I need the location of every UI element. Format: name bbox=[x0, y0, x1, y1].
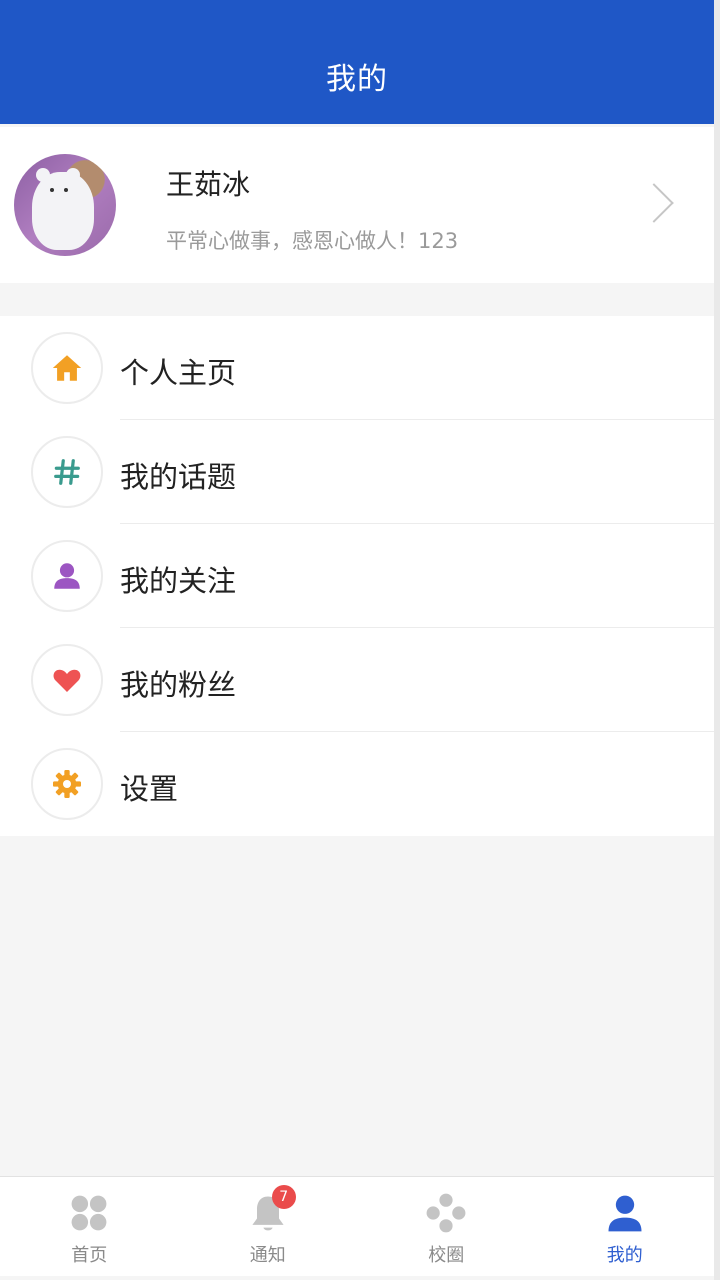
hashtag-icon bbox=[31, 436, 103, 508]
chevron-right-icon[interactable] bbox=[634, 183, 674, 223]
profile-card[interactable]: 王茹冰 平常心做事，感恩心做人！123 bbox=[0, 127, 714, 283]
home-icon bbox=[31, 332, 103, 404]
avatar[interactable] bbox=[14, 154, 116, 256]
circle-dots-icon bbox=[424, 1191, 468, 1235]
top-app-bar: 我的 bbox=[0, 0, 714, 124]
tab-home[interactable]: 首页 bbox=[0, 1177, 179, 1276]
menu-item-label: 我的话题 bbox=[120, 460, 237, 494]
tab-campus[interactable]: 校圈 bbox=[357, 1177, 536, 1276]
menu-item-topics[interactable]: 我的话题 bbox=[0, 420, 714, 524]
menu-list: 个人主页 我的话题 我的关注 我的粉丝 设置 bbox=[0, 316, 714, 836]
avatar-bear bbox=[32, 172, 94, 250]
avatar-eye bbox=[50, 188, 54, 192]
menu-item-label: 设置 bbox=[120, 772, 179, 806]
menu-item-following[interactable]: 我的关注 bbox=[0, 524, 714, 628]
avatar-eye bbox=[64, 188, 68, 192]
menu-item-label: 个人主页 bbox=[120, 356, 237, 390]
tab-label: 首页 bbox=[71, 1245, 108, 1266]
page-title: 我的 bbox=[326, 62, 388, 97]
tab-label: 我的 bbox=[606, 1245, 643, 1266]
gear-icon bbox=[31, 748, 103, 820]
bottom-tab-bar: 首页 7 通知 校圈 我的 bbox=[0, 1176, 714, 1276]
person-icon bbox=[31, 540, 103, 612]
screen-edge bbox=[714, 0, 720, 1280]
user-icon bbox=[603, 1191, 647, 1235]
menu-item-settings[interactable]: 设置 bbox=[0, 732, 714, 836]
menu-item-homepage[interactable]: 个人主页 bbox=[0, 316, 714, 420]
notification-badge: 7 bbox=[271, 1185, 296, 1209]
profile-bio: 平常心做事，感恩心做人！123 bbox=[166, 229, 459, 253]
menu-item-label: 我的粉丝 bbox=[120, 668, 237, 702]
tab-label: 通知 bbox=[249, 1245, 286, 1266]
bell-icon: 7 bbox=[246, 1185, 296, 1235]
menu-item-fans[interactable]: 我的粉丝 bbox=[0, 628, 714, 732]
menu-item-label: 我的关注 bbox=[120, 564, 237, 598]
profile-name: 王茹冰 bbox=[166, 168, 251, 201]
heart-icon bbox=[31, 644, 103, 716]
tab-notifications[interactable]: 7 通知 bbox=[179, 1177, 358, 1276]
tab-mine[interactable]: 我的 bbox=[536, 1177, 715, 1276]
tab-label: 校圈 bbox=[428, 1245, 465, 1266]
grid-icon bbox=[67, 1191, 111, 1235]
